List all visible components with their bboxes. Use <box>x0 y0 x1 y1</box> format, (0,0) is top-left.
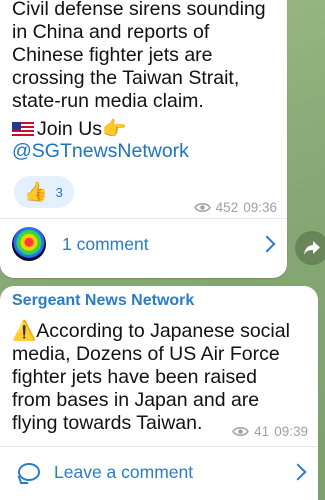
divider <box>0 446 318 447</box>
eye-icon <box>232 427 250 436</box>
commenter-avatar <box>12 227 46 261</box>
message-meta: 41 09:39 <box>232 424 308 439</box>
message-bubble-2[interactable]: Sergeant News Network ⚠️According to Jap… <box>0 286 318 500</box>
message-bubble-1[interactable]: Civil defense sirens sounding in China a… <box>0 0 287 278</box>
chevron-right-icon <box>289 463 307 481</box>
join-label: Join Us <box>37 118 103 140</box>
message-body: According to Japanese social media, Doze… <box>12 320 290 434</box>
message-text: Civil defense sirens sounding in China a… <box>12 0 266 112</box>
eye-icon <box>193 203 211 212</box>
channel-handle-link[interactable]: @SGTnewsNetwork <box>12 140 189 163</box>
reaction-thumbs-up[interactable]: 👍 3 <box>14 176 74 208</box>
share-button[interactable] <box>295 231 325 265</box>
message-meta: 452 09:36 <box>193 200 277 215</box>
us-flag-icon <box>12 122 34 136</box>
reaction-count: 3 <box>55 184 63 200</box>
warning-icon: ⚠️ <box>12 320 37 342</box>
message-text: ⚠️According to Japanese social media, Do… <box>12 320 312 435</box>
pointing-hand-icon: 👉 <box>102 118 127 140</box>
channel-name[interactable]: Sergeant News Network <box>12 292 194 310</box>
share-icon <box>304 241 320 255</box>
thumbs-up-icon: 👍 <box>24 181 48 203</box>
view-count: 452 <box>215 200 239 215</box>
comment-bubble-icon <box>18 463 40 481</box>
message-time: 09:36 <box>243 200 277 215</box>
view-count: 41 <box>254 424 270 439</box>
chevron-right-icon <box>258 235 276 253</box>
comments-label: 1 comment <box>62 233 149 254</box>
leave-comment-label: Leave a comment <box>54 461 194 482</box>
leave-comment-button[interactable]: Leave a comment <box>0 450 318 494</box>
comments-button[interactable]: 1 comment <box>0 220 287 268</box>
divider <box>0 218 287 219</box>
join-line: Join Us👉 <box>12 117 126 141</box>
message-time: 09:39 <box>274 424 308 439</box>
